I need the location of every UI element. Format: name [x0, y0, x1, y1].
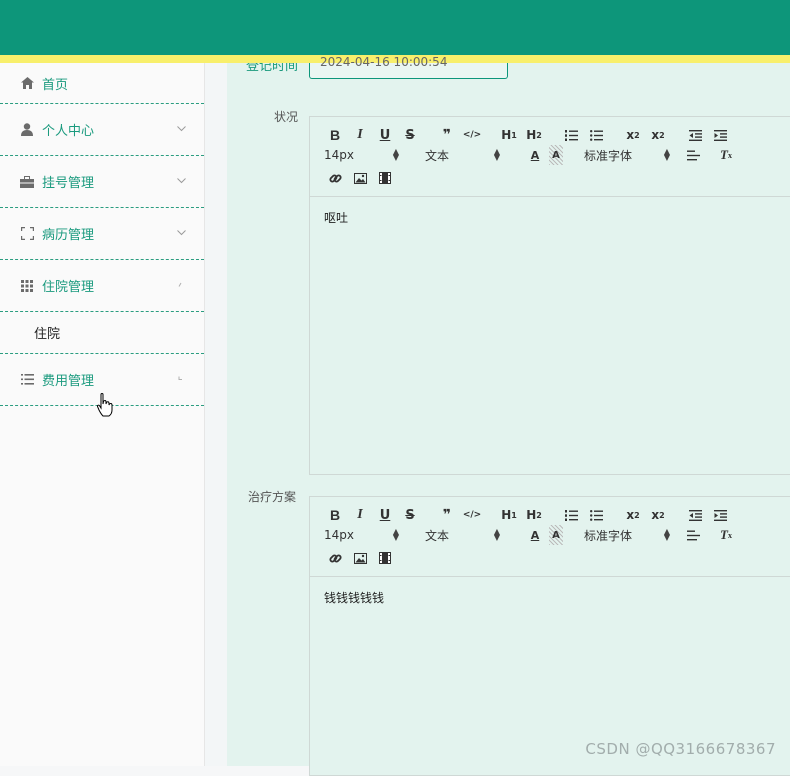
image-icon[interactable] [349, 548, 371, 568]
chevron-down-icon [177, 229, 186, 239]
heading1-icon[interactable]: H1 [498, 505, 520, 525]
font-color-icon[interactable]: A [524, 525, 546, 545]
treatment-plan-editor[interactable]: B I U S ❞ </> H1 H2 x2 x2 14px ▲ ▼ 文本 ▲ … [309, 496, 790, 776]
watermark: CSDN @QQ3166678367 [585, 740, 776, 758]
heading2-icon[interactable]: H2 [523, 505, 545, 525]
font-size-value: 14px [324, 148, 354, 162]
blockquote-icon[interactable]: ❞ [436, 505, 458, 525]
ordered-list-icon[interactable] [560, 125, 582, 145]
sidebar-item-label: 病历管理 [42, 228, 95, 243]
sidebar-item-registration[interactable]: 挂号管理 [0, 156, 204, 208]
sidebar-item-label: 挂号管理 [42, 176, 95, 191]
select-arrows-icon: ▲ ▼ [663, 527, 670, 542]
chevron-down-icon [177, 177, 186, 187]
subscript-icon[interactable]: x2 [622, 505, 644, 525]
sidebar-item-label: 个人中心 [42, 124, 95, 139]
paragraph-select[interactable]: 文本 ▲ ▼ [425, 147, 500, 164]
top-header-bar [0, 0, 790, 55]
hand-cursor-icon [96, 392, 113, 421]
font-color-icon[interactable]: A [524, 145, 546, 165]
indent-icon[interactable] [709, 505, 731, 525]
font-size-select[interactable]: 14px ▲ ▼ [324, 527, 399, 543]
sidebar-subitem-label: 住院 [34, 327, 61, 342]
font-family-value: 标准字体 [584, 148, 633, 163]
font-family-value: 标准字体 [584, 528, 633, 543]
background-color-icon[interactable]: A [549, 145, 563, 165]
link-icon[interactable] [324, 548, 346, 568]
bullet-list-icon[interactable] [585, 505, 607, 525]
editor-toolbar: B I U S ❞ </> H1 H2 x2 x2 14px ▲ ▼ 文本 ▲ … [310, 117, 790, 197]
code-icon[interactable]: </> [461, 125, 483, 145]
grid-icon [20, 279, 34, 293]
status-editor-body[interactable]: 呕吐 [310, 197, 790, 238]
chevron-up-icon [177, 281, 186, 291]
sidebar-item-personal-center[interactable]: 个人中心 [0, 104, 204, 156]
align-icon[interactable] [682, 145, 704, 165]
treatment-plan-editor-body[interactable]: 钱钱钱钱钱 [310, 577, 790, 618]
strikethrough-icon[interactable]: S [399, 505, 421, 525]
date-input[interactable]: 2024-04-16 10:00:54 [309, 55, 508, 79]
italic-icon[interactable]: I [349, 505, 371, 525]
home-icon [20, 76, 34, 90]
outdent-icon[interactable] [684, 125, 706, 145]
code-icon[interactable]: </> [461, 505, 483, 525]
bold-icon[interactable]: B [324, 505, 346, 525]
outdent-icon[interactable] [684, 505, 706, 525]
select-arrows-icon: ▲ ▼ [392, 147, 399, 162]
align-icon[interactable] [682, 525, 704, 545]
status-label: 状况 [274, 110, 299, 124]
font-size-select[interactable]: 14px ▲ ▼ [324, 147, 399, 163]
paragraph-select[interactable]: 文本 ▲ ▼ [425, 527, 500, 544]
heading2-icon[interactable]: H2 [523, 125, 545, 145]
background-color-icon[interactable]: A [549, 525, 563, 545]
video-icon[interactable] [374, 548, 396, 568]
editor-toolbar: B I U S ❞ </> H1 H2 x2 x2 14px ▲ ▼ 文本 ▲ … [310, 497, 790, 577]
heading1-icon[interactable]: H1 [498, 125, 520, 145]
chevron-icon [177, 375, 186, 385]
superscript-icon[interactable]: x2 [647, 505, 669, 525]
image-icon[interactable] [349, 168, 371, 188]
select-arrows-icon: ▲ ▼ [493, 147, 500, 162]
font-family-select[interactable]: 标准字体 ▲ ▼ [584, 147, 670, 164]
treatment-plan-label: 治疗方案 [248, 490, 297, 504]
briefcase-icon [20, 175, 34, 189]
ordered-list-icon[interactable] [560, 505, 582, 525]
list-icon [20, 373, 34, 387]
user-icon [20, 123, 34, 137]
select-arrows-icon: ▲ ▼ [663, 147, 670, 162]
sidebar-item-inpatient[interactable]: 住院管理 [0, 260, 204, 312]
link-icon[interactable] [324, 168, 346, 188]
indent-icon[interactable] [709, 125, 731, 145]
fullscreen-icon [20, 227, 34, 241]
sidebar-item-medical-records[interactable]: 病历管理 [0, 208, 204, 260]
paragraph-value: 文本 [425, 528, 450, 543]
video-icon[interactable] [374, 168, 396, 188]
clear-format-icon[interactable]: Tx [715, 525, 737, 545]
underline-icon[interactable]: U [374, 125, 396, 145]
subscript-icon[interactable]: x2 [622, 125, 644, 145]
select-arrows-icon: ▲ ▼ [493, 527, 500, 542]
clear-format-icon[interactable]: Tx [715, 145, 737, 165]
superscript-icon[interactable]: x2 [647, 125, 669, 145]
font-family-select[interactable]: 标准字体 ▲ ▼ [584, 527, 670, 544]
font-size-value: 14px [324, 528, 354, 542]
sidebar-item-home[interactable]: 首页 [0, 63, 204, 104]
italic-icon[interactable]: I [349, 125, 371, 145]
blockquote-icon[interactable]: ❞ [436, 125, 458, 145]
status-editor[interactable]: B I U S ❞ </> H1 H2 x2 x2 14px ▲ ▼ 文本 ▲ … [309, 116, 790, 475]
sidebar-item-label: 首页 [42, 77, 69, 93]
date-value: 2024-04-16 10:00:54 [320, 55, 448, 69]
select-arrows-icon: ▲ ▼ [392, 527, 399, 542]
sidebar-subitem-inpatient[interactable]: 住院 [0, 312, 204, 354]
strikethrough-icon[interactable]: S [399, 125, 421, 145]
sidebar-item-label: 费用管理 [42, 374, 95, 389]
paragraph-value: 文本 [425, 148, 450, 163]
bullet-list-icon[interactable] [585, 125, 607, 145]
bold-icon[interactable]: B [324, 125, 346, 145]
sidebar-item-label: 住院管理 [42, 280, 95, 295]
chevron-down-icon [177, 125, 186, 135]
underline-icon[interactable]: U [374, 505, 396, 525]
